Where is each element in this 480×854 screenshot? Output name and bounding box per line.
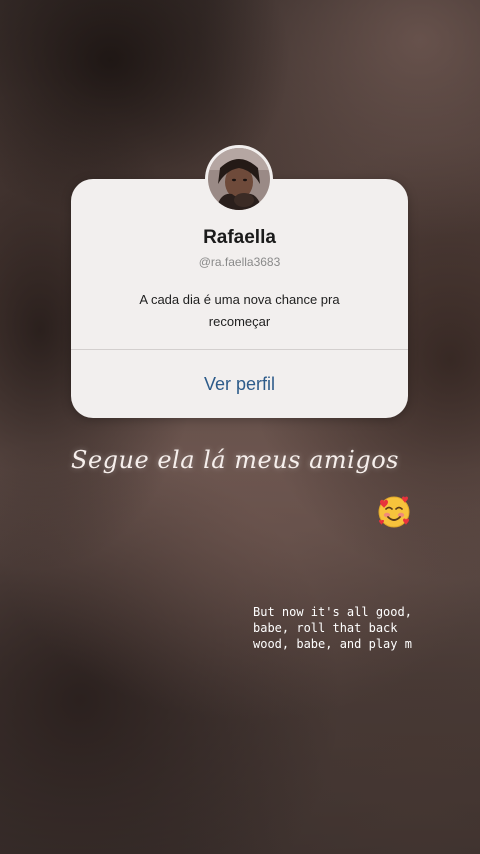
profile-card[interactable]: Rafaella @ra.faella3683 A cada dia é uma… <box>71 179 408 418</box>
bio-line: recomeçar <box>208 314 271 329</box>
profile-handle: @ra.faella3683 <box>198 255 281 269</box>
avatar-image <box>208 148 270 210</box>
profile-bio: A cada dia é uma nova chance pra recomeç… <box>111 289 368 333</box>
profile-name: Rafaella <box>203 227 276 248</box>
lyrics-line: But now it's all good, <box>253 605 412 619</box>
lyrics-sticker: But now it's all good, babe, roll that b… <box>253 604 453 652</box>
lyrics-line: babe, roll that back <box>253 621 398 635</box>
view-profile-button[interactable]: Ver perfil <box>71 350 408 418</box>
story-caption: Segue ela lá meus amigos <box>71 446 399 474</box>
blurred-background <box>0 0 480 854</box>
bio-line: A cada dia é uma nova chance pra <box>139 292 340 307</box>
smiling-face-with-hearts-icon <box>376 494 412 530</box>
lyrics-line: wood, babe, and play m <box>253 637 412 651</box>
avatar[interactable] <box>205 145 273 213</box>
